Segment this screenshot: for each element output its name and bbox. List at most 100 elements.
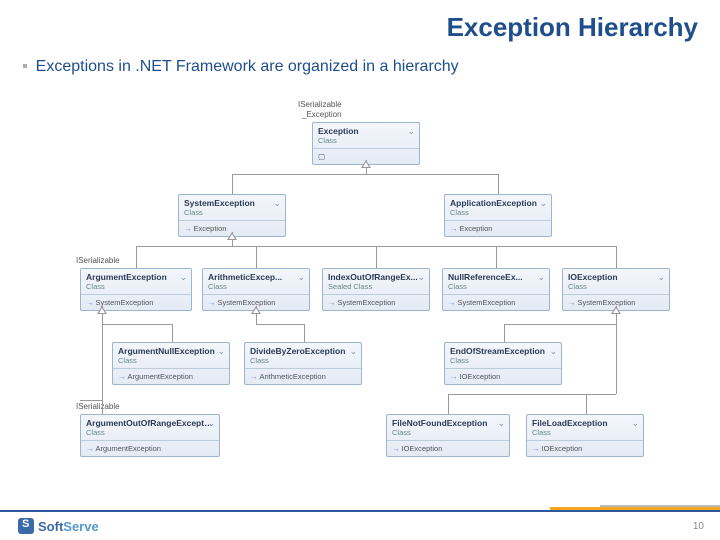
box-system-exception: ⌄ SystemException Class →Exception — [178, 194, 286, 237]
brand-part-2: Serve — [63, 519, 98, 534]
chevron-icon: ⌄ — [657, 272, 665, 283]
chevron-icon: ⌄ — [417, 272, 425, 283]
class-kind: Class — [203, 282, 309, 295]
class-name: NullReferenceEx... — [443, 269, 549, 282]
class-kind: Class — [81, 282, 191, 295]
chevron-icon: ⌄ — [179, 272, 187, 283]
class-kind: Class — [245, 356, 361, 369]
chevron-icon: ⌄ — [539, 198, 547, 209]
class-base: →ArgumentException — [113, 369, 229, 384]
brand-logo: SoftServe — [18, 518, 99, 534]
class-name: SystemException — [179, 195, 285, 208]
box-argument-null: ⌄ ArgumentNullException Class →ArgumentE… — [112, 342, 230, 385]
connector — [256, 246, 257, 268]
class-kind: Class — [179, 208, 285, 221]
connector — [304, 324, 305, 342]
class-base: →IOException — [387, 441, 509, 456]
class-kind: Class — [387, 428, 509, 441]
box-argument-out-of-range: ⌄ ArgumentOutOfRangeException Class →Arg… — [80, 414, 220, 457]
box-application-exception: ⌄ ApplicationException Class →Exception — [444, 194, 552, 237]
class-base: →IOException — [527, 441, 643, 456]
slide-title: Exception Hierarchy — [447, 12, 698, 43]
label-exception-underscore: _Exception — [302, 110, 342, 119]
chevron-icon: ⌄ — [217, 346, 225, 357]
connector — [448, 394, 449, 414]
chevron-icon: ⌄ — [273, 198, 281, 209]
class-kind: Class — [113, 356, 229, 369]
label-iserializable-argoor: ISerializable — [76, 402, 120, 411]
brand-logo-icon — [18, 518, 34, 534]
class-kind: Class — [563, 282, 669, 295]
box-argument-exception: ⌄ ArgumentException Class →SystemExcepti… — [80, 268, 192, 311]
class-name: ArgumentNullException — [113, 343, 229, 356]
box-io-exception: ⌄ IOException Class →SystemException — [562, 268, 670, 311]
class-kind: Class — [443, 282, 549, 295]
arrowhead-icon — [611, 306, 621, 314]
class-base: →IOException — [445, 369, 561, 384]
chevron-icon: ⌄ — [349, 346, 357, 357]
connector — [102, 306, 103, 414]
connector — [232, 174, 233, 194]
connector — [616, 324, 617, 394]
chevron-icon: ⌄ — [497, 418, 505, 429]
class-kind: Sealed Class — [323, 282, 429, 295]
connector — [172, 324, 173, 342]
chevron-icon: ⌄ — [549, 346, 557, 357]
class-kind: Class — [313, 136, 419, 149]
arrowhead-icon — [251, 306, 261, 314]
connector — [102, 324, 172, 325]
connector — [496, 246, 497, 268]
arrowhead-icon — [227, 232, 237, 240]
connector — [504, 324, 616, 325]
class-kind: Class — [527, 428, 643, 441]
brand-logo-text: SoftServe — [38, 519, 99, 534]
connector — [136, 246, 137, 268]
class-name: DivideByZeroException — [245, 343, 361, 356]
connector — [498, 174, 499, 194]
label-iserializable-arg: ISerializable — [76, 256, 120, 265]
arrowhead-icon — [97, 306, 107, 314]
box-exception: ⌄ Exception Class ▢ — [312, 122, 420, 165]
class-base: →Exception — [445, 221, 551, 236]
chevron-icon: ⌄ — [631, 418, 639, 429]
connector — [256, 324, 304, 325]
box-null-reference: ⌄ NullReferenceEx... Class →SystemExcept… — [442, 268, 550, 311]
page-number: 10 — [693, 521, 704, 532]
class-kind: Class — [445, 208, 551, 221]
box-file-load: ⌄ FileLoadException Class →IOException — [526, 414, 644, 457]
slide-footer: SoftServe — [0, 510, 720, 540]
connector — [376, 246, 377, 268]
connector — [232, 174, 498, 175]
class-name: EndOfStreamException — [445, 343, 561, 356]
class-kind: Class — [81, 428, 219, 441]
class-name: IndexOutOfRangeEx... — [323, 269, 429, 282]
class-name: FileNotFoundException — [387, 415, 509, 428]
chevron-icon: ⌄ — [297, 272, 305, 283]
class-name: ArgumentException — [81, 269, 191, 282]
chevron-icon: ⌄ — [207, 418, 215, 429]
class-base: →SystemException — [323, 295, 429, 310]
class-name: Exception — [313, 123, 419, 136]
box-file-not-found: ⌄ FileNotFoundException Class →IOExcepti… — [386, 414, 510, 457]
connector — [504, 324, 505, 342]
class-base: →ArithmeticException — [245, 369, 361, 384]
class-kind: Class — [445, 356, 561, 369]
arrowhead-icon — [361, 160, 371, 168]
box-divide-by-zero: ⌄ DivideByZeroException Class →Arithmeti… — [244, 342, 362, 385]
class-base: →SystemException — [443, 295, 549, 310]
chevron-icon: ⌄ — [537, 272, 545, 283]
bullet-icon: ▪ — [22, 58, 28, 75]
bullet-text: Exceptions in .NET Framework are organiz… — [36, 58, 459, 75]
box-arithmetic-exception: ⌄ ArithmeticExcep... Class →SystemExcept… — [202, 268, 310, 311]
class-name: FileLoadException — [527, 415, 643, 428]
class-name: ApplicationException — [445, 195, 551, 208]
class-base: →ArgumentException — [81, 441, 219, 456]
class-name: ArithmeticExcep... — [203, 269, 309, 282]
hierarchy-diagram: ISerializable _Exception ⌄ Exception Cla… — [50, 100, 690, 500]
connector — [448, 394, 616, 395]
connector — [586, 394, 587, 414]
class-name: ArgumentOutOfRangeException — [81, 415, 219, 428]
bullet-line: ▪ Exceptions in .NET Framework are organi… — [22, 58, 459, 76]
chevron-icon: ⌄ — [407, 126, 415, 137]
class-name: IOException — [563, 269, 669, 282]
